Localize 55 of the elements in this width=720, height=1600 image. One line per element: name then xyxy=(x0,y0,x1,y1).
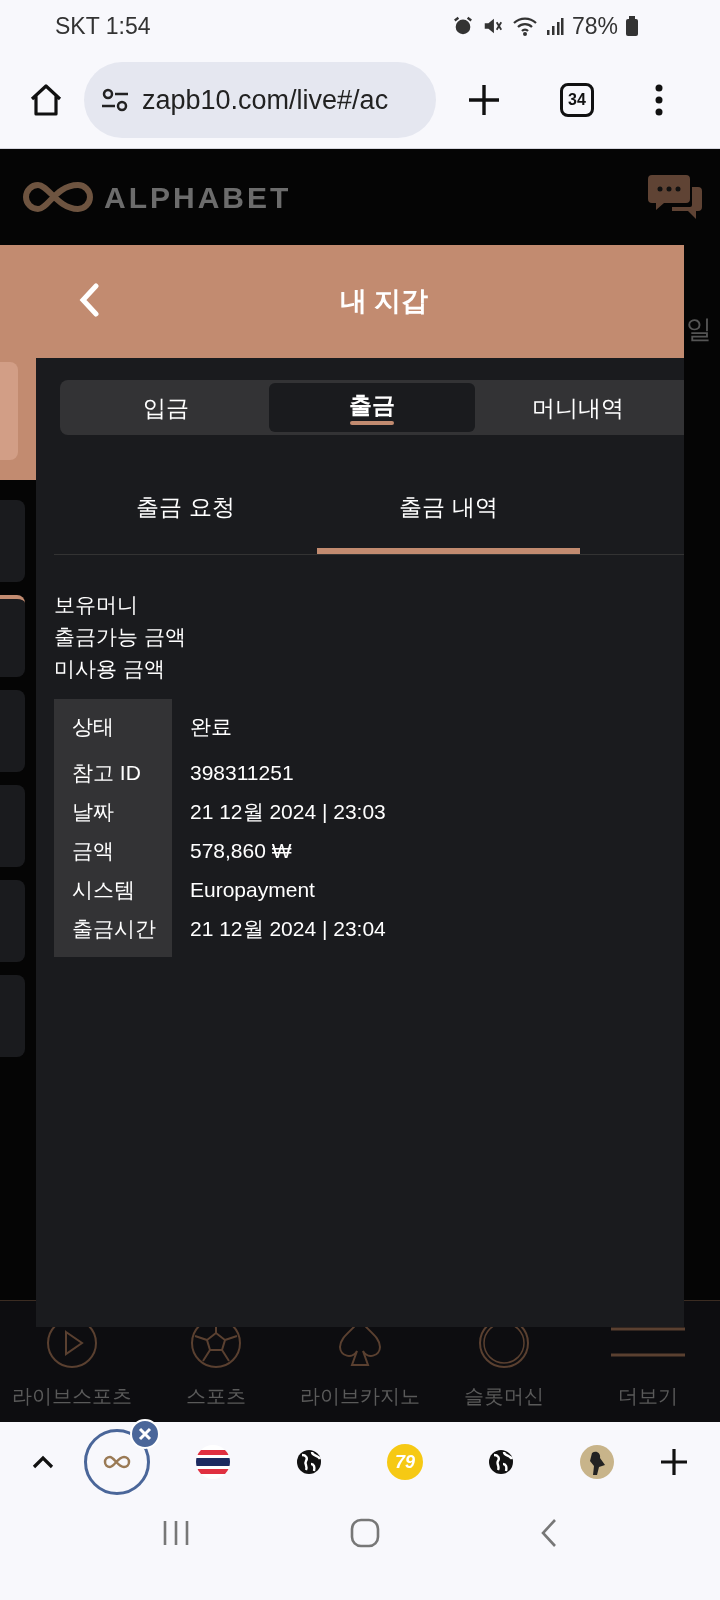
table-header-cell: 날짜 xyxy=(54,792,172,831)
nav-label: 라이브스포츠 xyxy=(12,1384,132,1409)
subtab[interactable]: 출금 내역 xyxy=(317,467,580,554)
new-tab-icon[interactable] xyxy=(660,1448,688,1476)
table-header-cell: 출금시간 xyxy=(54,909,172,957)
tab[interactable]: 입금 xyxy=(63,383,269,432)
table-header-cell: 금액 xyxy=(54,831,172,870)
globe-icon xyxy=(296,1449,322,1475)
close-tab-button[interactable] xyxy=(130,1419,160,1449)
nav-label: 스포츠 xyxy=(186,1384,246,1409)
new-tab-icon[interactable] xyxy=(466,82,502,118)
signal-icon xyxy=(545,16,564,36)
table-header-cell: 참고 ID xyxy=(54,753,172,792)
table-header-cell: 시스템 xyxy=(54,870,172,909)
table-cell-text: 578,860 ₩ xyxy=(189,838,293,864)
subtab[interactable]: 출금 요청 xyxy=(54,467,317,554)
infinity-logo-icon xyxy=(102,1455,132,1469)
alarm-icon xyxy=(451,15,474,37)
table-cell-text: 398311251 xyxy=(189,760,295,786)
recent-apps-icon[interactable] xyxy=(162,1519,190,1547)
tab[interactable]: 머니내역 xyxy=(475,383,681,432)
status-time: SKT 1:54 xyxy=(55,11,151,41)
balance-label: 보유머니 xyxy=(54,592,139,618)
battery-icon xyxy=(626,16,638,36)
tab-count-button[interactable]: 34 xyxy=(560,83,594,117)
battery-percent: 78% xyxy=(571,11,618,41)
site-settings-icon[interactable] xyxy=(100,86,130,114)
nav-label: 더보기 xyxy=(618,1384,678,1409)
chevron-up-icon[interactable] xyxy=(32,1455,54,1469)
tab[interactable]: 출금 xyxy=(269,383,475,432)
table-cell-text: 21 12월 2024 | 23:03 xyxy=(189,799,386,825)
balance-label: 출금가능 금액 xyxy=(54,624,187,650)
brand-logo-text: ALPHABET xyxy=(104,179,292,216)
badge-number: 79 xyxy=(387,1444,423,1480)
rider-silhouette-icon xyxy=(580,1445,614,1479)
back-icon[interactable] xyxy=(78,283,100,317)
close-icon xyxy=(138,1427,152,1441)
balance-label: 미사용 금액 xyxy=(54,656,166,682)
wifi-icon xyxy=(511,15,538,37)
table-header-cell: 상태 xyxy=(54,699,172,753)
background-tab-text: 일 xyxy=(686,313,712,346)
home-icon[interactable] xyxy=(28,82,64,118)
globe-icon xyxy=(488,1449,514,1475)
more-icon[interactable] xyxy=(654,84,664,116)
nav-label: 슬롯머신 xyxy=(464,1384,544,1409)
table-cell-text: 완료 xyxy=(189,714,233,740)
back-nav-icon[interactable] xyxy=(540,1518,558,1548)
table-cell-text: 21 12월 2024 | 23:04 xyxy=(189,916,386,942)
home-button-icon[interactable] xyxy=(350,1518,380,1548)
address-bar[interactable]: zapb10.com/live#/ac xyxy=(84,62,436,138)
flag-icon xyxy=(195,1444,231,1480)
nav-label: 라이브카지노 xyxy=(300,1384,420,1409)
url-text: zapb10.com/live#/ac xyxy=(142,83,389,117)
table-cell-text: Europayment xyxy=(189,877,316,903)
modal-title: 내 지갑 xyxy=(339,285,429,319)
